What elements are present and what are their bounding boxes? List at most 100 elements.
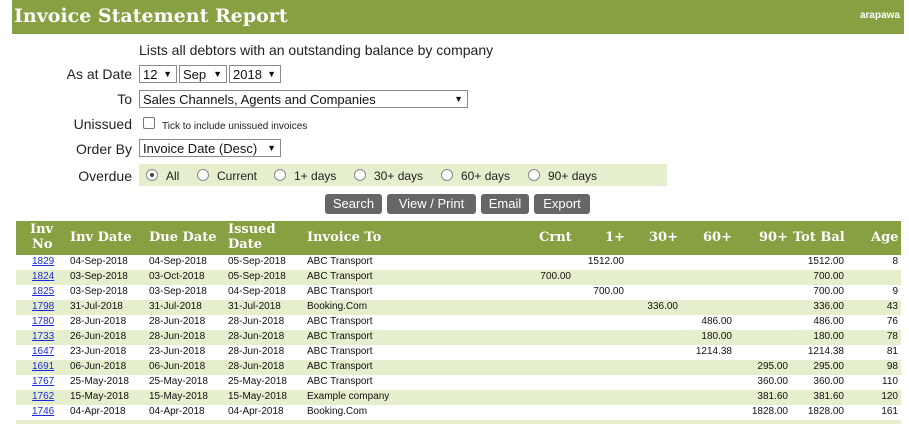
cell-issued: 31-Jul-2018 — [228, 301, 281, 312]
cell-d60: 180.00 — [701, 331, 732, 342]
cell-due-date: 03-Sep-2018 — [149, 286, 207, 297]
cell-tot: 700.00 — [813, 271, 844, 282]
cell-due-date: 04-Sep-2018 — [149, 256, 207, 267]
invoice-link[interactable]: 1691 — [32, 361, 54, 372]
invoice-link[interactable]: 1824 — [32, 271, 54, 282]
col-inv-no-line2: No — [32, 237, 53, 252]
export-button[interactable]: Export — [534, 194, 590, 214]
cell-age: 161 — [881, 406, 898, 417]
cell-tot: 1512.00 — [807, 256, 844, 267]
cell-crnt: 700.00 — [540, 271, 571, 282]
invoice-link[interactable]: 1762 — [32, 391, 54, 402]
overdue-radio-60plus[interactable] — [441, 169, 453, 181]
invoice-link[interactable]: 1825 — [32, 286, 54, 297]
cell-age: 120 — [881, 391, 898, 402]
col-30plus: 30+ — [649, 230, 678, 245]
overdue-radio-1plus[interactable] — [274, 169, 286, 181]
overdue-radio-all[interactable] — [146, 169, 158, 181]
unissued-hint: Tick to include unissued invoices — [162, 121, 308, 132]
invoice-link[interactable]: 1733 — [32, 331, 54, 342]
col-1plus: 1+ — [605, 230, 625, 245]
cell-issued: 28-Jun-2018 — [228, 316, 285, 327]
cell-tot: 486.00 — [813, 316, 844, 327]
cell-inv-no: 1746 — [32, 406, 62, 417]
overdue-option-label: 1+ days — [294, 169, 337, 183]
overdue-option-label: All — [166, 169, 180, 183]
col-inv-date: Inv Date — [70, 230, 132, 245]
cell-due-date: 28-Jun-2018 — [149, 316, 206, 327]
email-button[interactable]: Email — [481, 194, 529, 214]
invoice-link[interactable]: 1780 — [32, 316, 54, 327]
cell-age: 76 — [886, 316, 898, 327]
cell-to: ABC Transport — [307, 361, 373, 372]
cell-inv-date: 15-May-2018 — [70, 391, 129, 402]
table-header: Inv No Inv Date Due Date Issued Date Inv… — [16, 221, 901, 255]
cell-due-date: 28-Jun-2018 — [149, 331, 206, 342]
overdue-option-label: Current — [217, 169, 258, 183]
cell-inv-no: 1780 — [32, 316, 62, 327]
month-select[interactable]: Sep ▼ — [179, 65, 227, 83]
table-row: 1691 06-Jun-2018 06-Jun-2018 28-Jun-2018 ABC… — [16, 360, 901, 375]
cell-inv-date: 23-Jun-2018 — [70, 346, 127, 357]
overdue-options: All Current 1+ days 30+ days 60+ days 90… — [139, 164, 667, 186]
cell-due-date: 23-Jun-2018 — [149, 346, 206, 357]
cell-inv-date: 26-Jun-2018 — [70, 331, 127, 342]
table-row: 1798 31-Jul-2018 31-Jul-2018 31-Jul-2018 Boo… — [16, 300, 901, 315]
cell-inv-date: 28-Jun-2018 — [70, 316, 127, 327]
overdue-radio-current[interactable] — [197, 169, 209, 181]
col-invoice-to: Invoice To — [307, 230, 382, 245]
cell-due-date: 06-Jun-2018 — [149, 361, 206, 372]
invoice-link[interactable]: 1829 — [32, 256, 54, 267]
cell-issued: 05-Sep-2018 — [228, 256, 286, 267]
table-row: 1746 04-Apr-2018 04-Apr-2018 04-Apr-2018 Boo… — [16, 405, 901, 420]
cell-issued: 28-Jun-2018 — [228, 361, 285, 372]
chevron-down-icon: ▼ — [454, 94, 463, 104]
day-select[interactable]: 12 ▼ — [139, 65, 177, 83]
table-row: 1762 15-May-2018 15-May-2018 15-May-2018 Exa… — [16, 390, 901, 405]
table-row: 1780 28-Jun-2018 28-Jun-2018 28-Jun-2018 ABC… — [16, 315, 901, 330]
unissued-checkbox[interactable] — [143, 117, 155, 129]
search-button[interactable]: Search — [325, 194, 382, 214]
col-crnt: Crnt — [539, 230, 572, 245]
cell-age: 98 — [886, 361, 898, 372]
cell-tot: 381.60 — [813, 391, 844, 402]
invoice-link[interactable]: 1798 — [32, 301, 54, 312]
overdue-radio-90plus[interactable] — [528, 169, 540, 181]
invoice-link[interactable]: 1746 — [32, 406, 54, 417]
cell-inv-date: 06-Jun-2018 — [70, 361, 127, 372]
invoice-link[interactable]: 1647 — [32, 346, 54, 357]
order-by-select[interactable]: Invoice Date (Desc) ▼ — [139, 139, 281, 157]
user-name: arapawa — [859, 10, 900, 21]
cell-issued: 04-Apr-2018 — [228, 406, 284, 417]
unissued-label: Unissued — [73, 116, 132, 132]
cell-inv-date: 25-May-2018 — [70, 376, 129, 387]
view-print-button[interactable]: View / Print — [387, 194, 476, 214]
col-90plus: 90+ — [759, 230, 788, 245]
cell-to: ABC Transport — [307, 256, 373, 267]
cell-inv-no: 1798 — [32, 301, 62, 312]
as-at-date-label: As at Date — [66, 66, 132, 82]
report-header: Invoice Statement Report arapawa — [12, 0, 904, 34]
table-row: 1824 03-Sep-2018 03-Oct-2018 05-Sep-2018 ABC… — [16, 270, 901, 285]
overdue-radio-30plus[interactable] — [354, 169, 366, 181]
cell-due-date: 04-Apr-2018 — [149, 406, 205, 417]
cell-to: ABC Transport — [307, 316, 373, 327]
year-select[interactable]: 2018 ▼ — [229, 65, 281, 83]
cell-due-date: 31-Jul-2018 — [149, 301, 202, 312]
cell-tot: 1828.00 — [807, 406, 844, 417]
table-row: 1825 03-Sep-2018 03-Sep-2018 04-Sep-2018 ABC… — [16, 285, 901, 300]
cell-age: 78 — [886, 331, 898, 342]
cell-age: 43 — [886, 301, 898, 312]
cell-due-date: 25-May-2018 — [149, 376, 208, 387]
table-row: 1733 26-Jun-2018 28-Jun-2018 28-Jun-2018 ABC… — [16, 330, 901, 345]
to-select[interactable]: Sales Channels, Agents and Companies ▼ — [139, 90, 468, 108]
cell-to: ABC Transport — [307, 346, 373, 357]
invoice-link[interactable]: 1767 — [32, 376, 54, 387]
cell-d30: 336.00 — [647, 301, 678, 312]
chevron-down-icon: ▼ — [267, 143, 276, 153]
cell-inv-no: 1733 — [32, 331, 62, 342]
cell-d1: 700.00 — [593, 286, 624, 297]
cell-inv-no: 1829 — [32, 256, 62, 267]
cell-d90: 295.00 — [757, 361, 788, 372]
cell-issued: 04-Sep-2018 — [228, 286, 286, 297]
